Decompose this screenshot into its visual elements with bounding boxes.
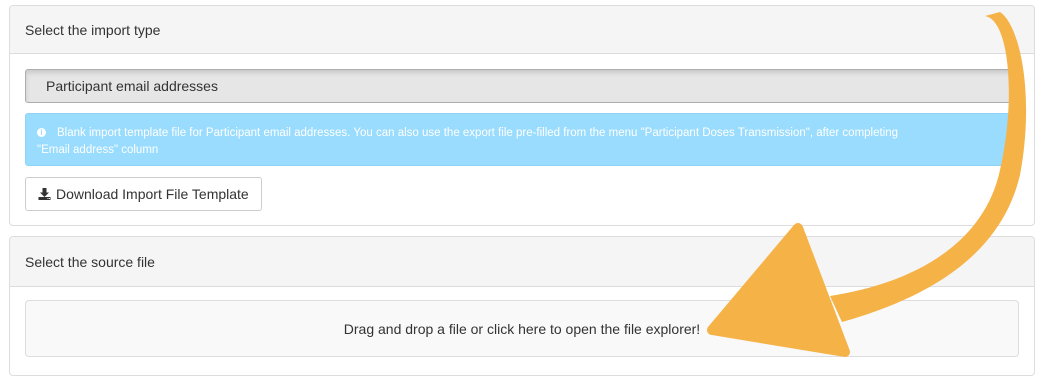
template-info-text-line2: "Email address" column: [37, 144, 159, 156]
download-template-label: Download Import File Template: [56, 186, 249, 202]
import-type-select[interactable]: Participant email addresses: [25, 69, 1019, 103]
import-type-selected-value: Participant email addresses: [46, 78, 218, 94]
source-file-heading: Select the source file: [10, 237, 1034, 287]
import-type-heading-text: Select the import type: [25, 21, 161, 38]
dropzone-text: Drag and drop a file or click here to op…: [343, 320, 701, 337]
info-circle-icon: i: [37, 128, 46, 137]
import-type-panel: Select the import type Participant email…: [9, 5, 1035, 226]
download-template-button[interactable]: Download Import File Template: [25, 177, 262, 211]
download-icon: [38, 188, 51, 200]
template-info-text: Blank import template file for Participa…: [57, 127, 899, 139]
import-type-heading: Select the import type: [10, 6, 1034, 54]
template-info-alert: i Blank import template file for Particip…: [25, 113, 1019, 166]
file-dropzone[interactable]: Drag and drop a file or click here to op…: [25, 300, 1019, 357]
source-file-heading-text: Select the source file: [25, 253, 155, 270]
source-file-panel: Select the source file Drag and drop a f…: [9, 236, 1035, 376]
